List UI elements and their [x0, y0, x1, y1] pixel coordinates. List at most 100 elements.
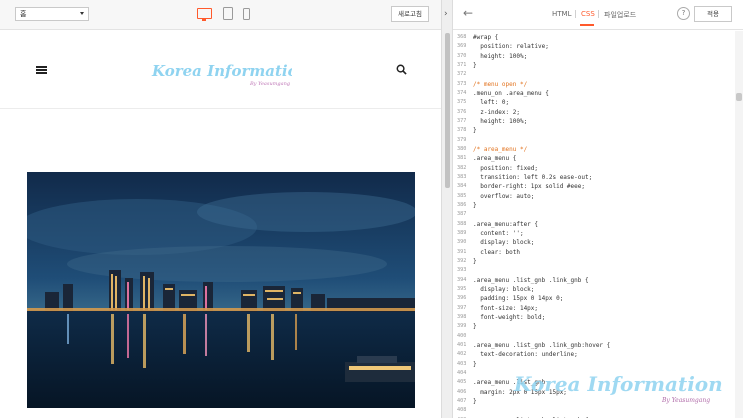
- css-code-area[interactable]: 368 #wrap {369 position: relative; 370 hei…: [453, 31, 734, 418]
- line-number: 382: [457, 164, 467, 171]
- code-text: content: '';: [473, 229, 524, 237]
- panel-divider[interactable]: ›: [441, 0, 453, 418]
- code-text: font-size: 14px;: [473, 304, 539, 312]
- code-line[interactable]: 393: [453, 266, 734, 275]
- line-number: 384: [457, 183, 467, 190]
- code-text: clear: both: [473, 248, 520, 256]
- line-number: 404: [457, 369, 467, 376]
- watermark-subtext: By Yeasumgang: [661, 397, 710, 404]
- tab-file-upload[interactable]: 파일업로드: [604, 10, 636, 20]
- code-line[interactable]: 384 border-right: 1px solid #eee;: [453, 182, 734, 191]
- hamburger-icon[interactable]: [36, 66, 47, 74]
- line-number: 394: [457, 276, 467, 283]
- code-line[interactable]: 386}: [453, 201, 734, 210]
- line-number: 408: [457, 407, 467, 414]
- code-line[interactable]: 394 .area_menu .list_gnb .link_gnb {: [453, 276, 734, 285]
- blog-skin-editor: 홈 새로고침 Korea Information By Yeasumgang: [0, 0, 743, 418]
- line-number: 375: [457, 99, 467, 106]
- search-icon[interactable]: [396, 64, 407, 75]
- code-line[interactable]: 388 .area_menu:after {: [453, 220, 734, 229]
- desktop-icon[interactable]: [197, 8, 212, 21]
- code-line[interactable]: 376 z-index: 2;: [453, 108, 734, 117]
- code-line[interactable]: 396 padding: 15px 0 14px 0;: [453, 294, 734, 303]
- code-text: }: [473, 257, 477, 265]
- code-text: height: 100%;: [473, 117, 528, 125]
- code-line[interactable]: 408: [453, 406, 734, 415]
- tab-css[interactable]: CSS: [581, 10, 595, 18]
- code-line[interactable]: 371}: [453, 61, 734, 70]
- code-line[interactable]: 375 left: 0;: [453, 98, 734, 107]
- line-number: 368: [457, 34, 467, 40]
- chevron-right-icon[interactable]: ›: [444, 9, 448, 19]
- code-line[interactable]: 382 position: fixed;: [453, 164, 734, 173]
- code-line[interactable]: 377 height: 100%;: [453, 117, 734, 126]
- logo-text: Korea Information: [151, 62, 292, 80]
- code-line[interactable]: 387: [453, 210, 734, 219]
- line-number: 390: [457, 239, 467, 246]
- code-text: .area_menu {: [473, 155, 517, 163]
- code-line[interactable]: 369 position: relative;: [453, 42, 734, 51]
- arrow-left-icon[interactable]: ←: [463, 6, 473, 20]
- tablet-icon[interactable]: [223, 7, 233, 20]
- code-line[interactable]: 383 transition: left 0.2s ease-out;: [453, 173, 734, 182]
- active-tab-underline: [580, 24, 594, 26]
- code-text: z-index: 2;: [473, 108, 520, 116]
- code-line[interactable]: 399}: [453, 322, 734, 331]
- preview-toolbar: 홈 새로고침: [0, 0, 441, 30]
- code-line[interactable]: 372: [453, 70, 734, 79]
- line-number: 381: [457, 155, 467, 162]
- code-line[interactable]: 398 font-weight: bold;: [453, 313, 734, 322]
- line-number: 398: [457, 313, 467, 320]
- code-line[interactable]: 397 font-size: 14px;: [453, 304, 734, 313]
- code-text: border-right: 1px solid #eee;: [473, 183, 585, 191]
- line-number: 383: [457, 173, 467, 180]
- page-select[interactable]: 홈: [15, 7, 89, 21]
- line-number: 374: [457, 89, 467, 96]
- code-line[interactable]: 392}: [453, 257, 734, 266]
- code-text: /* menu open */: [473, 80, 528, 88]
- mobile-icon[interactable]: [243, 8, 250, 20]
- code-line[interactable]: 385 overflow: auto;: [453, 192, 734, 201]
- line-number: 392: [457, 257, 467, 264]
- code-text: font-weight: bold;: [473, 313, 546, 321]
- code-line[interactable]: 374 .menu_on .area_menu {: [453, 89, 734, 98]
- code-line[interactable]: 401 .area_menu .list_gnb .link_gnb:hover …: [453, 341, 734, 350]
- refresh-button[interactable]: 새로고침: [391, 6, 429, 22]
- code-line[interactable]: 380 /* area_menu */: [453, 145, 734, 154]
- code-line[interactable]: 370 height: 100%;: [453, 52, 734, 61]
- line-number: 388: [457, 220, 467, 227]
- code-line[interactable]: 379: [453, 136, 734, 145]
- tab-html[interactable]: HTML: [552, 10, 571, 18]
- line-number: 391: [457, 248, 467, 255]
- line-number: 403: [457, 360, 467, 367]
- code-line[interactable]: 390 display: block;: [453, 238, 734, 247]
- code-line[interactable]: 389 content: '';: [453, 229, 734, 238]
- line-number: 377: [457, 117, 467, 124]
- code-text: #wrap {: [473, 34, 499, 41]
- code-scrollbar[interactable]: [735, 31, 743, 418]
- line-number: 369: [457, 43, 467, 50]
- code-text: }: [473, 323, 477, 331]
- line-number: 389: [457, 229, 467, 236]
- code-line[interactable]: 395 display: block;: [453, 285, 734, 294]
- code-line[interactable]: 403}: [453, 360, 734, 369]
- code-line[interactable]: 373 /* menu open */: [453, 80, 734, 89]
- apply-button[interactable]: 적용: [694, 6, 732, 22]
- code-line[interactable]: 391 clear: both: [453, 248, 734, 257]
- blog-logo[interactable]: Korea Information By Yeasumgang: [150, 57, 292, 87]
- code-text: }: [473, 397, 477, 405]
- code-scrollbar-thumb[interactable]: [736, 93, 742, 101]
- line-number: 379: [457, 136, 467, 143]
- line-number: 387: [457, 211, 467, 218]
- code-text: .area_menu .list_gnb .link_gnb {: [473, 276, 589, 284]
- code-text: }: [473, 360, 477, 368]
- help-button[interactable]: ?: [677, 7, 690, 20]
- code-line[interactable]: 402 text-decoration: underline;: [453, 350, 734, 359]
- code-line[interactable]: 381 .area_menu {: [453, 154, 734, 163]
- tab-divider: [575, 10, 576, 18]
- code-line[interactable]: 368 #wrap {: [453, 33, 734, 42]
- code-text: transition: left 0.2s ease-out;: [473, 173, 593, 181]
- code-line[interactable]: 378}: [453, 126, 734, 135]
- preview-scrollbar-thumb[interactable]: [445, 33, 450, 188]
- code-line[interactable]: 400: [453, 332, 734, 341]
